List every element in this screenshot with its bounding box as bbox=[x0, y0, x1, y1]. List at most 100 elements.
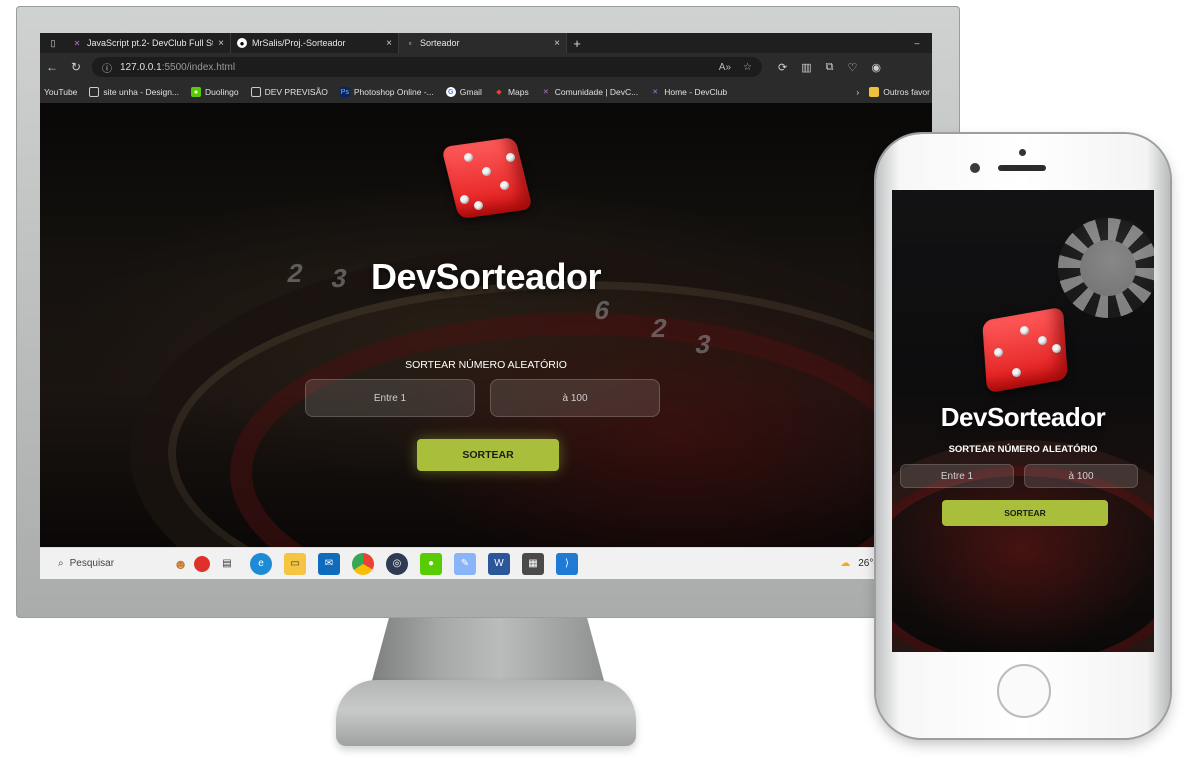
favorite-star-icon[interactable]: ☆ bbox=[743, 62, 752, 73]
split-screen-icon[interactable]: ▥ bbox=[801, 61, 811, 74]
bookmark-label: Gmail bbox=[459, 87, 482, 97]
tab-javascript[interactable]: ✕ JavaScript pt.2- DevClub Full Sta × bbox=[66, 33, 231, 53]
bookmark-label: Duolingo bbox=[205, 87, 239, 97]
devclub-icon: ✕ bbox=[73, 38, 81, 48]
url-field[interactable]: ⓘ 127.0.0.1:5500/index.html A» ☆ bbox=[92, 57, 762, 77]
monitor-stand-neck bbox=[370, 618, 606, 688]
url-host: 127.0.0.1 bbox=[120, 61, 162, 73]
bookmark-label: DEV PREVISÃO bbox=[264, 87, 328, 97]
min-number-input[interactable] bbox=[305, 379, 475, 417]
taskbar-search[interactable]: ⌕ Pesquisar ☻ bbox=[50, 552, 210, 576]
bookmark-maps[interactable]: ◆ Maps bbox=[494, 87, 529, 97]
phone-sensor bbox=[1019, 149, 1026, 156]
bookmark-photoshop[interactable]: Ps Photoshop Online -... bbox=[339, 87, 434, 97]
bookmark-dev-previsao[interactable]: DEV PREVISÃO bbox=[250, 87, 328, 97]
phone-screen: DevSorteador SORTEAR NÚMERO ALEATÓRIO SO… bbox=[892, 190, 1154, 652]
page-subtitle: SORTEAR NÚMERO ALEATÓRIO bbox=[948, 444, 1098, 455]
url-path: :5500/index.html bbox=[161, 61, 236, 73]
read-aloud-icon[interactable]: A» bbox=[719, 62, 731, 73]
extension-icon[interactable]: ⟳ bbox=[778, 61, 787, 74]
google-icon: G bbox=[445, 87, 456, 97]
bookmark-home-devclub[interactable]: ✕ Home - DevClub bbox=[650, 87, 727, 97]
mail-icon[interactable]: ✉ bbox=[318, 552, 340, 575]
phone-home-button[interactable] bbox=[997, 664, 1051, 718]
draw-button[interactable]: SORTEAR bbox=[417, 439, 559, 471]
github-icon: ● bbox=[237, 38, 247, 48]
close-icon[interactable]: × bbox=[218, 38, 224, 49]
devclub-icon: ✕ bbox=[652, 89, 659, 96]
minimize-button[interactable]: – bbox=[902, 38, 932, 48]
profile-icon[interactable]: ◉ bbox=[871, 61, 881, 74]
weather-icon[interactable]: ☁ bbox=[840, 558, 850, 569]
collections-icon[interactable]: ⧉ bbox=[826, 61, 834, 74]
back-icon[interactable]: ← bbox=[40, 60, 64, 74]
reload-icon[interactable]: ↻ bbox=[64, 60, 88, 74]
duolingo-icon[interactable]: ● bbox=[420, 552, 442, 575]
bookmark-label: Maps bbox=[507, 87, 529, 97]
gingerbread-icon: ☻ bbox=[173, 555, 188, 572]
max-number-input[interactable] bbox=[490, 379, 660, 417]
bookmark-comunidade[interactable]: ✕ Comunidade | DevC... bbox=[541, 87, 638, 97]
monitor-stand-base bbox=[336, 680, 636, 746]
vscode-icon[interactable]: ⟩ bbox=[556, 552, 578, 575]
bookmark-youtube[interactable]: YouTube bbox=[44, 87, 77, 97]
max-number-input[interactable] bbox=[1024, 464, 1138, 488]
tools-icon[interactable]: ✎ bbox=[454, 552, 476, 575]
app-icon[interactable]: ◎ bbox=[386, 552, 408, 575]
health-icon[interactable]: ♡ bbox=[847, 61, 857, 74]
red-ball-icon bbox=[194, 555, 210, 572]
tab-github[interactable]: ● MrSalis/Proj.-Sorteador × bbox=[231, 33, 399, 53]
duolingo-icon: ● bbox=[191, 87, 202, 97]
dice-icon bbox=[441, 133, 533, 223]
tab-label: JavaScript pt.2- DevClub Full Sta bbox=[87, 38, 214, 48]
page-icon bbox=[250, 87, 261, 97]
sorteador-page: 2 3 6 2 3 DevSorteador SORTEAR NÚMERO AL… bbox=[40, 103, 932, 547]
chevron-right-icon[interactable]: › bbox=[856, 87, 859, 97]
page-title: DevSorteador bbox=[370, 256, 602, 297]
edge-icon[interactable]: e bbox=[250, 552, 272, 575]
bookmark-label: Photoshop Online -... bbox=[353, 87, 434, 97]
close-icon[interactable]: × bbox=[386, 38, 392, 49]
maps-icon: ◆ bbox=[496, 89, 502, 96]
browser-address-bar: ← ↻ ⓘ 127.0.0.1:5500/index.html A» ☆ ⟳ ▥… bbox=[40, 53, 932, 81]
phone-camera bbox=[970, 163, 980, 173]
tab-sorteador[interactable]: ▫ Sorteador × bbox=[399, 33, 567, 53]
phone-earpiece bbox=[998, 165, 1046, 171]
file-explorer-icon[interactable]: ▭ bbox=[284, 552, 306, 575]
page-icon bbox=[89, 87, 100, 97]
browser-tab-bar: ▯ ✕ JavaScript pt.2- DevClub Full Sta × … bbox=[40, 33, 932, 53]
tab-label: Sorteador bbox=[420, 38, 460, 48]
word-icon[interactable]: W bbox=[488, 552, 510, 575]
bookmark-duolingo[interactable]: ● Duolingo bbox=[191, 87, 239, 97]
bookmark-site-unha[interactable]: site unha - Design... bbox=[89, 87, 179, 97]
other-favorites[interactable]: Outros favor bbox=[869, 87, 930, 97]
mockup-stage: ▯ ✕ JavaScript pt.2- DevClub Full Sta × … bbox=[0, 0, 1190, 768]
page-subtitle: SORTEAR NÚMERO ALEATÓRIO bbox=[405, 359, 567, 371]
page-icon: ▫ bbox=[408, 38, 412, 48]
min-number-input[interactable] bbox=[900, 464, 1014, 488]
folder-icon bbox=[869, 87, 880, 97]
chrome-icon[interactable] bbox=[352, 552, 374, 575]
page-title: DevSorteador bbox=[940, 402, 1106, 432]
bookmark-label: Home - DevClub bbox=[664, 87, 728, 97]
photoshop-icon: Ps bbox=[339, 87, 350, 97]
new-tab-button[interactable]: + bbox=[567, 36, 587, 51]
bookmark-label: YouTube bbox=[44, 87, 78, 97]
phone-frame: DevSorteador SORTEAR NÚMERO ALEATÓRIO SO… bbox=[876, 134, 1170, 738]
windows-taskbar: ⌕ Pesquisar ☻ ▤ e ▭ ✉ ◎ ● ✎ W ▦ ⟩ ☁ 26°C… bbox=[40, 547, 932, 579]
info-icon[interactable]: ⓘ bbox=[102, 60, 112, 75]
task-view-icon[interactable]: ▤ bbox=[216, 553, 238, 575]
calculator-icon[interactable]: ▦ bbox=[522, 552, 544, 575]
tab-label: MrSalis/Proj.-Sorteador bbox=[252, 38, 346, 48]
devclub-icon: ✕ bbox=[542, 89, 549, 96]
tab-actions-icon[interactable]: ▯ bbox=[40, 33, 66, 53]
bookmark-label: site unha - Design... bbox=[103, 87, 180, 97]
close-icon[interactable]: × bbox=[554, 38, 560, 49]
bookmark-label: Comunidade | DevC... bbox=[554, 87, 639, 97]
search-icon: ⌕ bbox=[58, 558, 64, 569]
draw-button[interactable]: SORTEAR bbox=[942, 500, 1108, 526]
bookmark-gmail[interactable]: G Gmail bbox=[445, 87, 482, 97]
dice-icon bbox=[976, 306, 1080, 394]
other-favorites-label: Outros favor bbox=[883, 87, 930, 97]
taskbar-search-label: Pesquisar bbox=[69, 558, 115, 569]
